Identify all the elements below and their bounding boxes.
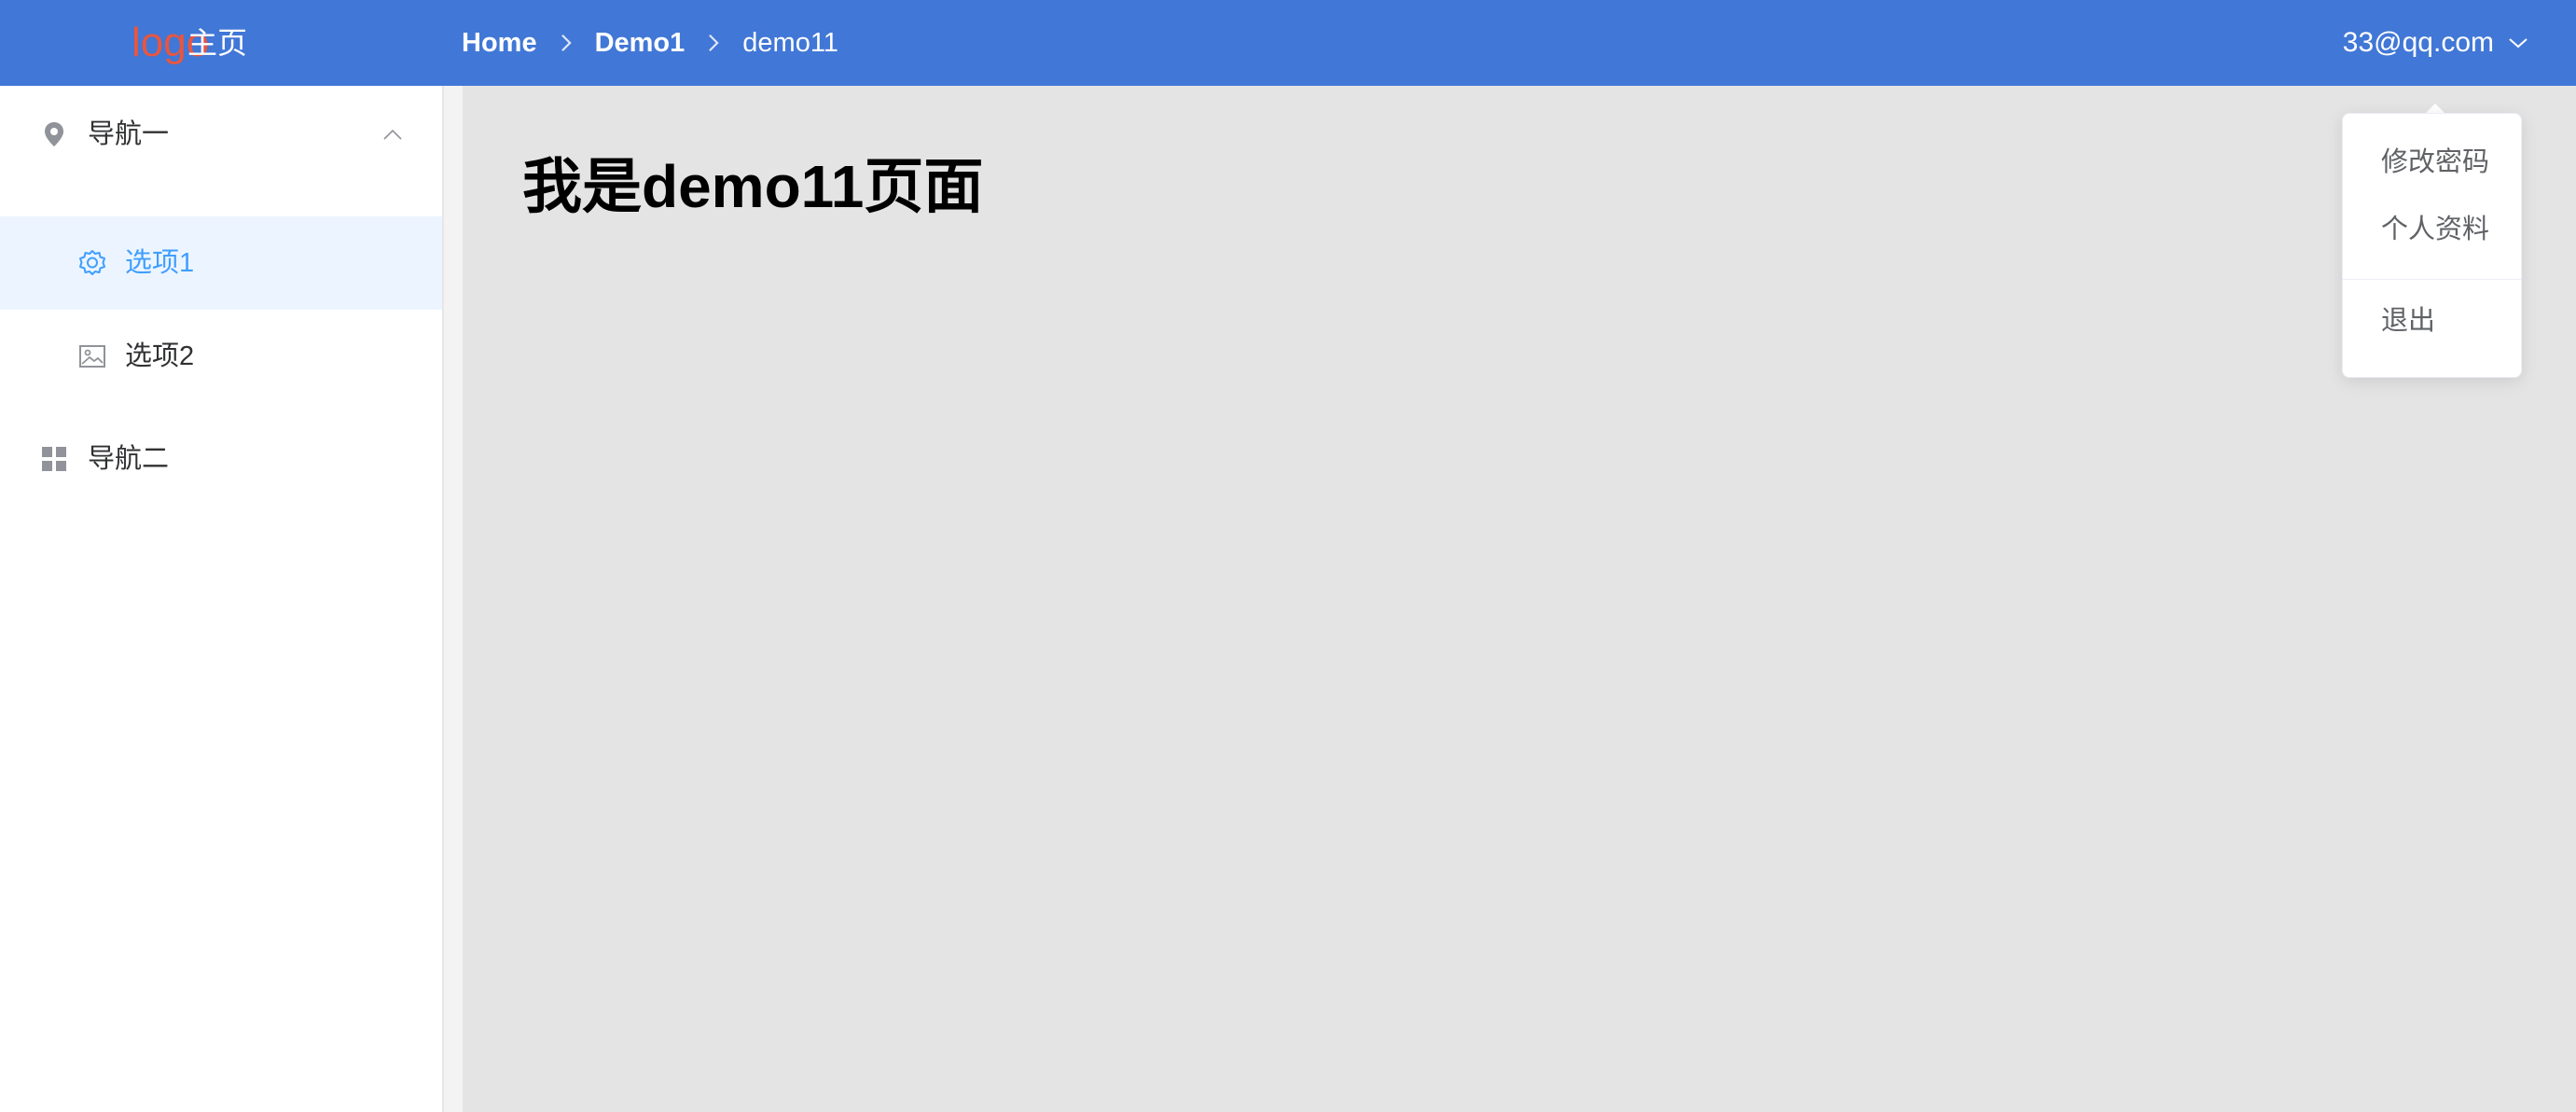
menu-item-change-password[interactable]: 修改密码 [2343, 132, 2521, 192]
user-menu-trigger[interactable]: 33@qq.com [2343, 21, 2529, 65]
chevron-right-icon [558, 33, 575, 53]
chevron-right-icon [705, 33, 722, 53]
breadcrumb-home[interactable]: Home [462, 28, 537, 59]
chevron-up-icon [383, 129, 402, 140]
sidebar-item-option1[interactable]: 选项1 [0, 216, 442, 310]
location-pin-icon [45, 122, 63, 146]
sidebar-group-label: 导航二 [88, 444, 170, 474]
menu-item-profile[interactable]: 个人资料 [2343, 200, 2521, 259]
logo[interactable]: logo 主页 [132, 17, 262, 69]
app-root: logo 主页 Home Demo1 demo11 33@qq.com 导航一 … [0, 0, 2576, 1112]
image-icon [79, 345, 105, 368]
sidebar-divider [444, 86, 463, 1112]
chevron-down-icon [2509, 38, 2528, 49]
user-dropdown-menu: 修改密码 个人资料 退出 [2342, 113, 2522, 378]
sidebar-item-label: 选项2 [125, 341, 195, 371]
menu-item-logout[interactable]: 退出 [2343, 291, 2521, 351]
sidebar-group-nav2[interactable]: 导航二 [0, 417, 442, 501]
sidebar-group-label: 导航一 [88, 119, 170, 149]
sidebar-group-nav1[interactable]: 导航一 [0, 92, 442, 176]
main-content: 我是demo11页面 [463, 86, 2576, 1112]
breadcrumb-demo11: demo11 [742, 27, 838, 58]
home-link[interactable]: 主页 [187, 24, 247, 62]
menu-divider [2343, 279, 2521, 280]
top-header: logo 主页 Home Demo1 demo11 33@qq.com [0, 0, 2576, 86]
gear-icon [79, 250, 105, 275]
grid-icon [42, 447, 66, 471]
page-title: 我是demo11页面 [522, 153, 984, 220]
breadcrumb-demo1[interactable]: Demo1 [595, 28, 686, 59]
sidebar-item-label: 选项1 [125, 248, 195, 278]
breadcrumb: Home Demo1 demo11 [462, 21, 838, 65]
user-email: 33@qq.com [2342, 27, 2494, 58]
sidebar-item-option2[interactable]: 选项2 [0, 310, 442, 403]
sidebar: 导航一 选项1 选项2 导航二 [0, 86, 444, 1112]
